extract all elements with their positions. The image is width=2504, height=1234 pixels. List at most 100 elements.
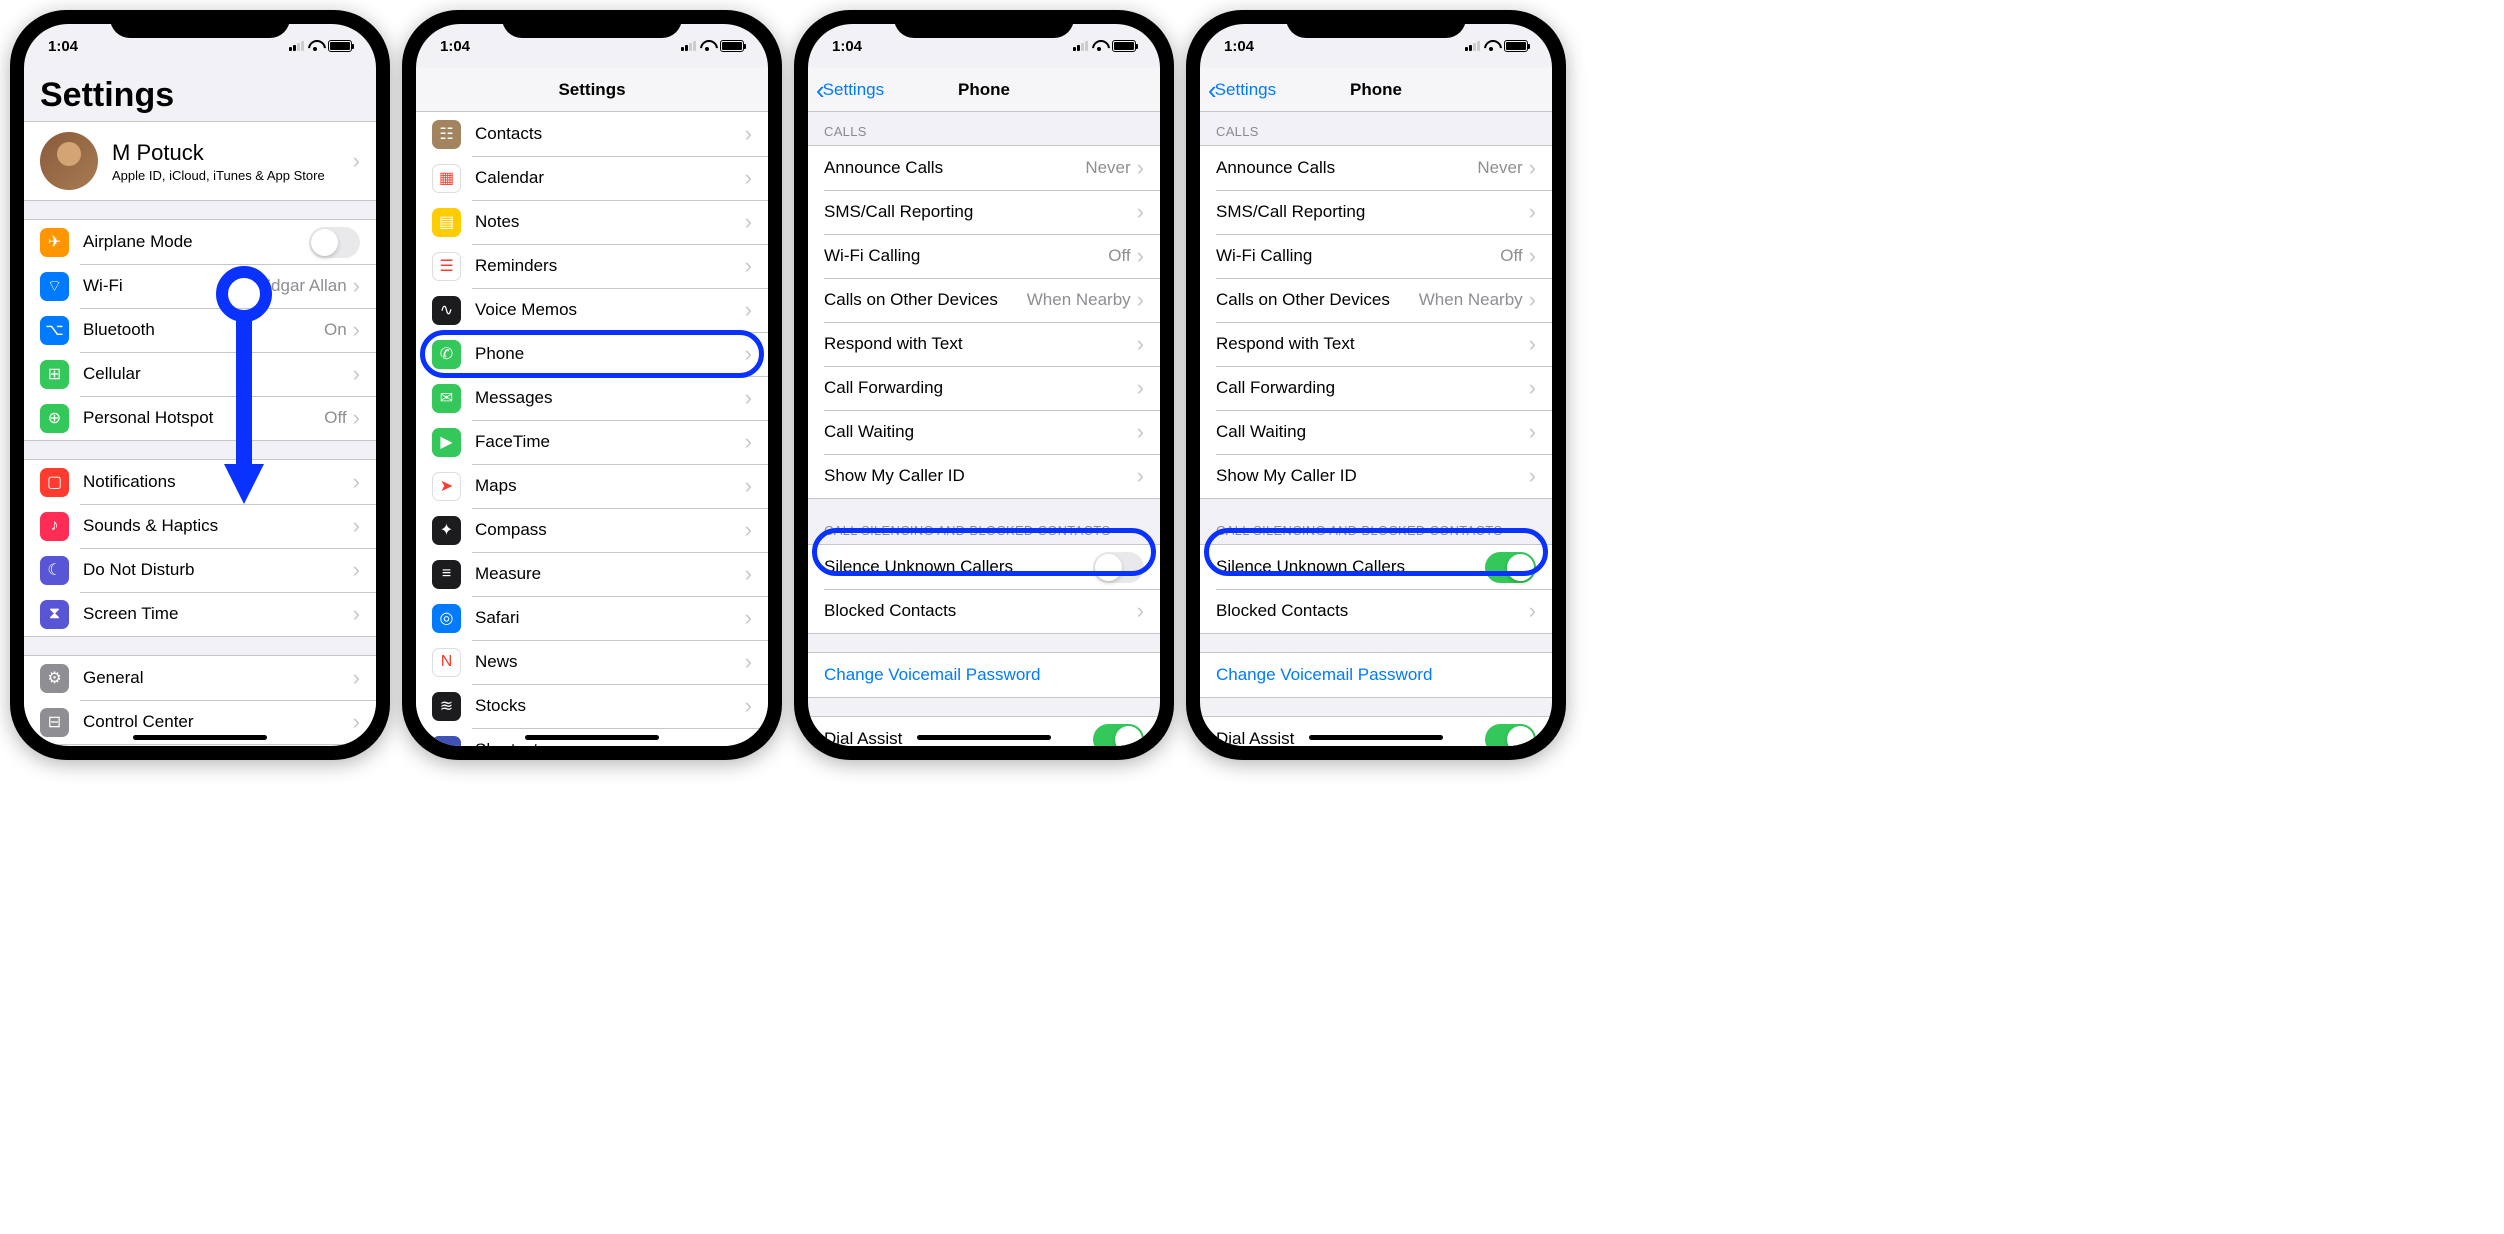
stocks-icon: ≋ [432,692,461,721]
silence-unknown-callers-row[interactable]: Silence Unknown Callers [1200,545,1552,589]
chevron-right-icon: › [1529,201,1536,223]
announce-calls-row[interactable]: Announce CallsNever› [1200,146,1552,190]
navigation-bar: ‹Settings Phone [1200,68,1552,112]
home-indicator[interactable] [133,735,267,740]
chevron-right-icon: › [745,211,752,233]
respond-with-text-row[interactable]: Respond with Text› [808,322,1160,366]
phone-icon: ✆ [432,340,461,369]
do-not-disturb-row[interactable]: ☾Do Not Disturb› [24,548,376,592]
respond-with-text-row[interactable]: Respond with Text› [1200,322,1552,366]
call-forwarding-row[interactable]: Call Forwarding› [808,366,1160,410]
time-label: 1:04 [440,38,470,55]
notifications-row[interactable]: ▢Notifications› [24,460,376,504]
profile-name: M Potuck [112,140,353,166]
chevron-right-icon: › [1529,289,1536,311]
facetime-label: FaceTime [475,432,745,452]
chevron-right-icon: › [1137,421,1144,443]
home-indicator[interactable] [917,735,1051,740]
dial-assist-toggle[interactable] [1485,724,1536,747]
chevron-right-icon: › [353,603,360,625]
chevron-right-icon: › [353,667,360,689]
calls-on-other-devices-row[interactable]: Calls on Other DevicesWhen Nearby› [1200,278,1552,322]
dial-assist-row[interactable]: Dial Assist [1200,717,1552,746]
blocked-contacts-row[interactable]: Blocked Contacts › [1200,589,1552,633]
chevron-right-icon: › [745,563,752,585]
bluetooth-row[interactable]: ⌥BluetoothOn› [24,308,376,352]
signal-icon [289,41,304,51]
call-forwarding-row[interactable]: Call Forwarding› [1200,366,1552,410]
messages-row[interactable]: ✉Messages› [416,376,768,420]
cellular-label: Cellular [83,364,353,384]
call-waiting-label: Call Waiting [1200,422,1529,442]
calls-on-other-devices-row[interactable]: Calls on Other DevicesWhen Nearby› [808,278,1160,322]
wi-fi-calling-label: Wi-Fi Calling [1200,246,1500,266]
dial-assist-row[interactable]: Dial Assist [808,717,1160,746]
cellular-row[interactable]: ⊞Cellular› [24,352,376,396]
chevron-right-icon: › [745,123,752,145]
general-row[interactable]: ⚙ General› [24,656,376,700]
safari-icon: ◎ [432,604,461,633]
call-waiting-row[interactable]: Call Waiting› [808,410,1160,454]
wi-fi-calling-row[interactable]: Wi-Fi CallingOff› [1200,234,1552,278]
airplane-mode-row[interactable]: ✈Airplane Mode [24,220,376,264]
voice-memos-row[interactable]: ∿Voice Memos› [416,288,768,332]
stocks-row[interactable]: ≋Stocks› [416,684,768,728]
general-icon: ⚙ [40,664,69,693]
wi-fi-calling-label: Wi-Fi Calling [808,246,1108,266]
chevron-right-icon: › [1529,157,1536,179]
show-my-caller-id-label: Show My Caller ID [1200,466,1529,486]
chevron-right-icon: › [1137,600,1144,622]
silence-unknown-callers-toggle[interactable] [1093,552,1144,583]
contacts-row[interactable]: ☷Contacts› [416,112,768,156]
notes-row[interactable]: ▤Notes› [416,200,768,244]
compass-label: Compass [475,520,745,540]
control-center-icon: ⊟ [40,708,69,737]
wi-fi-calling-row[interactable]: Wi-Fi CallingOff› [808,234,1160,278]
bluetooth-detail: On [324,320,347,340]
nav-title: Phone [1350,80,1402,100]
blocked-contacts-row[interactable]: Blocked Contacts › [808,589,1160,633]
phone-row[interactable]: ✆Phone› [416,332,768,376]
home-indicator[interactable] [525,735,659,740]
maps-row[interactable]: ➤Maps› [416,464,768,508]
personal-hotspot-row[interactable]: ⊕Personal HotspotOff› [24,396,376,440]
back-button[interactable]: ‹Settings [816,77,884,103]
sounds-haptics-row[interactable]: ♪Sounds & Haptics› [24,504,376,548]
screen-time-icon: ⧗ [40,600,69,629]
safari-row[interactable]: ◎Safari› [416,596,768,640]
battery-icon [1112,40,1136,52]
call-waiting-row[interactable]: Call Waiting› [1200,410,1552,454]
chevron-right-icon: › [1529,377,1536,399]
reminders-row[interactable]: ☰Reminders› [416,244,768,288]
calendar-row[interactable]: ▦Calendar› [416,156,768,200]
show-my-caller-id-row[interactable]: Show My Caller ID› [808,454,1160,498]
show-my-caller-id-row[interactable]: Show My Caller ID› [1200,454,1552,498]
sms-call-reporting-row[interactable]: SMS/Call Reporting› [808,190,1160,234]
screen-time-row[interactable]: ⧗Screen Time› [24,592,376,636]
home-indicator[interactable] [1309,735,1443,740]
chevron-right-icon: › [1137,333,1144,355]
wi-fi-row[interactable]: ⌔Wi-FiEdgar Allan› [24,264,376,308]
airplane-mode-toggle[interactable] [309,227,360,258]
back-button[interactable]: ‹Settings [1208,77,1276,103]
announce-calls-row[interactable]: Announce CallsNever› [808,146,1160,190]
silence-unknown-callers-row[interactable]: Silence Unknown Callers [808,545,1160,589]
change-voicemail-password-row[interactable]: Change Voicemail Password [1200,653,1552,697]
dial-assist-toggle[interactable] [1093,724,1144,747]
profile-cell[interactable]: M Potuck Apple ID, iCloud, iTunes & App … [24,121,376,201]
nav-title: Settings [558,80,625,100]
notch [1286,10,1466,38]
compass-row[interactable]: ✦Compass› [416,508,768,552]
navigation-bar: Settings [416,68,768,112]
news-row[interactable]: NNews› [416,640,768,684]
sms-call-reporting-row[interactable]: SMS/Call Reporting› [1200,190,1552,234]
chevron-right-icon: › [745,255,752,277]
general-label: General [83,668,353,688]
calls-on-other-devices-label: Calls on Other Devices [808,290,1027,310]
silence-unknown-callers-toggle[interactable] [1485,552,1536,583]
wifi-icon [308,40,324,52]
announce-calls-detail: Never [1085,158,1130,178]
measure-row[interactable]: ≡Measure› [416,552,768,596]
change-voicemail-password-row[interactable]: Change Voicemail Password [808,653,1160,697]
facetime-row[interactable]: ▶FaceTime› [416,420,768,464]
